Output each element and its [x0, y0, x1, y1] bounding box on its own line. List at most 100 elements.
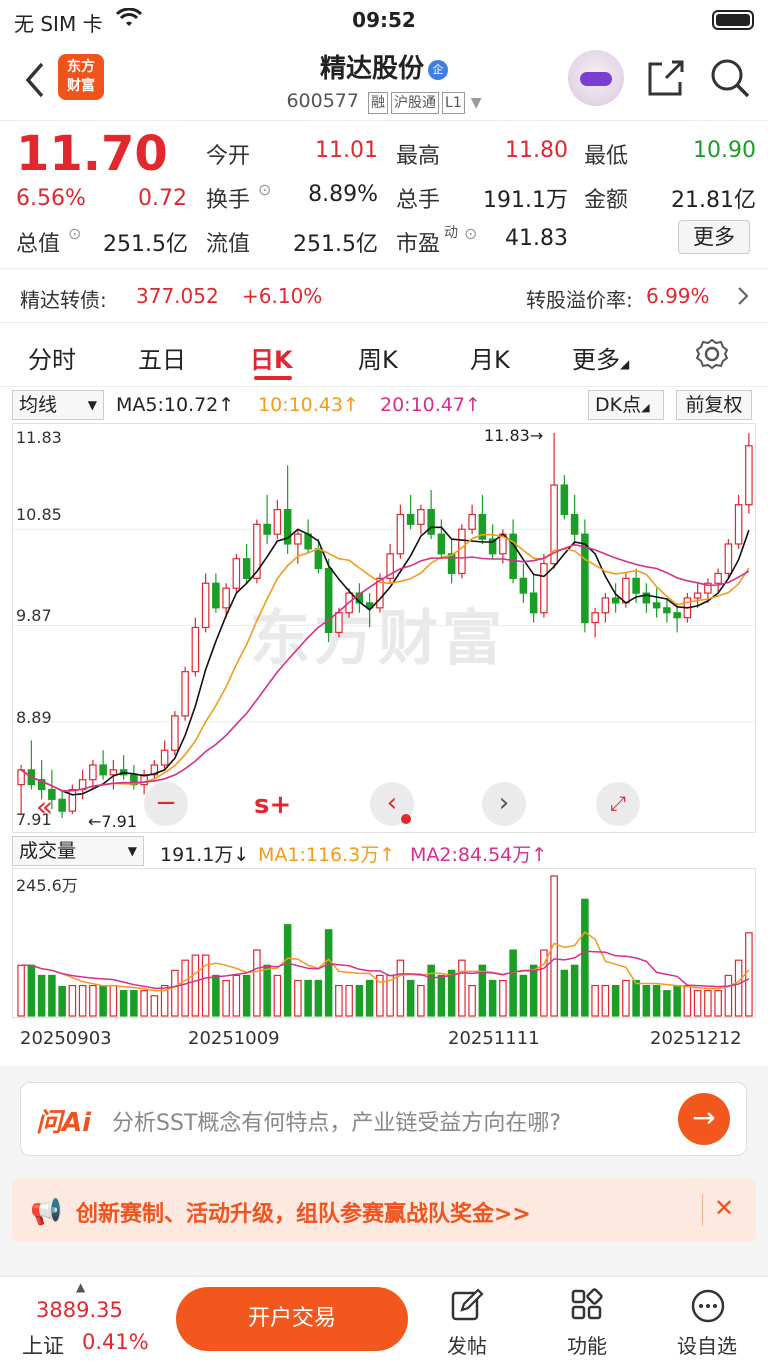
volume-chart[interactable]	[12, 868, 756, 1018]
pe-value: 41.83	[505, 226, 568, 251]
megaphone-icon: 📢	[30, 1197, 63, 1227]
volume-bar	[355, 984, 364, 1017]
volume-bar	[140, 990, 148, 1017]
scroll-left-icon[interactable]: «	[36, 790, 53, 823]
mktcap-label: 总值	[16, 232, 61, 257]
ma5-line	[20, 526, 750, 796]
tag-margin: 融	[368, 92, 389, 114]
volume-bar	[488, 979, 497, 1017]
turnover-value: 8.89%	[308, 182, 378, 207]
volume-bar	[119, 990, 128, 1017]
ai-prompt[interactable]: 分析SST概念有何特点，产业链受益方向在哪?	[112, 1105, 561, 1137]
close-icon[interactable]: ✕	[714, 1194, 734, 1222]
more-options-icon[interactable]	[690, 1288, 726, 1324]
mktcap-value: 251.5亿	[103, 232, 188, 257]
ma20-legend: 20:10.47↑	[380, 394, 481, 416]
candle-body	[468, 513, 476, 530]
search-icon[interactable]	[708, 56, 752, 100]
tab-intraday[interactable]: 分时	[28, 340, 76, 375]
ai-submit-button[interactable]: →	[678, 1093, 730, 1145]
volume-label: 总手	[396, 188, 441, 213]
amount-label: 金额	[584, 188, 629, 213]
function-icon[interactable]	[570, 1288, 604, 1322]
candle-body	[396, 513, 405, 555]
bond-label[interactable]: 精达转债:	[20, 284, 107, 313]
kline-chart[interactable]	[12, 423, 756, 833]
date-label-2: 20251009	[188, 1028, 280, 1049]
volume-bar	[652, 984, 661, 1017]
tab-week-k[interactable]: 周K	[358, 340, 398, 375]
volume-bar	[499, 979, 507, 1017]
date-label-4: 20251212	[650, 1028, 742, 1049]
red-dot	[401, 814, 411, 824]
tab-more[interactable]: 更多◢	[572, 340, 629, 375]
active-tab-indicator	[254, 376, 292, 380]
assistant-avatar[interactable]	[568, 50, 624, 106]
settings-icon[interactable]	[696, 338, 728, 370]
divider	[0, 322, 768, 323]
volume-bar	[78, 984, 87, 1017]
ai-logo: 问Ai	[36, 1108, 92, 1138]
adjust-select[interactable]: 前复权	[676, 390, 752, 420]
change-amount: 0.72	[138, 186, 187, 211]
volume-bar	[437, 974, 446, 1017]
volume-bar	[560, 969, 569, 1017]
volume-bar	[304, 979, 312, 1017]
tab-day-k[interactable]: 日K	[250, 340, 293, 375]
volume-bar	[150, 995, 159, 1017]
candle-body	[734, 504, 743, 545]
zoom-out-button[interactable]: −	[144, 782, 188, 826]
post-icon[interactable]	[450, 1288, 484, 1322]
turnover-label: 换手	[206, 188, 251, 213]
pe-label: 市盈	[396, 232, 441, 257]
divider	[0, 268, 768, 269]
candle-body	[591, 612, 599, 624]
volume-bar	[294, 979, 302, 1017]
premium-label: 转股溢价率:	[526, 288, 633, 312]
candle-body	[458, 528, 466, 575]
volume-bar	[212, 974, 220, 1017]
status-bar: 无 SIM 卡 09:52	[0, 0, 768, 40]
volume-bar	[17, 964, 25, 1017]
volume-bar	[519, 974, 528, 1017]
price-tick-2: 10.85	[16, 505, 62, 524]
post-label[interactable]: 发帖	[427, 1330, 507, 1359]
promo-text[interactable]: 创新赛制、活动升级，组队参赛赢战队奖金>>	[76, 1196, 531, 1228]
info-icon[interactable]: ⊙	[464, 224, 477, 243]
volume-bar	[570, 964, 579, 1017]
ma-select[interactable]: 均线 ▼	[12, 390, 104, 420]
high-marker: 11.83→	[484, 426, 544, 445]
info-icon[interactable]: ⊙	[68, 224, 81, 243]
next-button[interactable]: ›	[482, 782, 526, 826]
watchlist-label[interactable]: 设自选	[667, 1330, 747, 1359]
low-value: 10.90	[693, 138, 756, 163]
stock-name: 精达股份	[319, 54, 424, 84]
volume-bar	[314, 979, 323, 1017]
dk-select[interactable]: DK点◢	[588, 390, 664, 420]
share-icon[interactable]	[646, 58, 686, 98]
volume-bar	[222, 979, 230, 1017]
tag-level: L1	[442, 92, 465, 114]
trade-button[interactable]: 开户交易	[176, 1287, 408, 1351]
candle-body	[232, 558, 241, 589]
info-icon[interactable]: ⊙	[258, 180, 271, 199]
tab-five-day[interactable]: 五日	[138, 340, 186, 375]
volume-bar	[171, 969, 179, 1017]
float-value: 251.5亿	[293, 232, 378, 257]
more-button[interactable]: 更多	[678, 220, 750, 254]
promo-divider	[702, 1194, 703, 1226]
function-label[interactable]: 功能	[547, 1330, 627, 1359]
clock: 09:52	[352, 8, 416, 32]
candle-body	[540, 563, 548, 614]
volume-select[interactable]: 成交量 ▼	[12, 836, 144, 866]
tab-month-k[interactable]: 月K	[470, 340, 510, 375]
stock-code: 600577	[286, 90, 359, 112]
fullscreen-icon[interactable]: ⤢	[596, 782, 640, 826]
bond-price: 377.052	[136, 284, 219, 308]
index-value[interactable]: 3889.35	[36, 1298, 123, 1322]
add-drawing-button[interactable]: s+	[254, 790, 291, 820]
volume-bar	[550, 875, 558, 1017]
chevron-right-icon[interactable]	[736, 286, 750, 306]
volume-bar	[365, 979, 374, 1017]
candle-body	[171, 715, 179, 751]
